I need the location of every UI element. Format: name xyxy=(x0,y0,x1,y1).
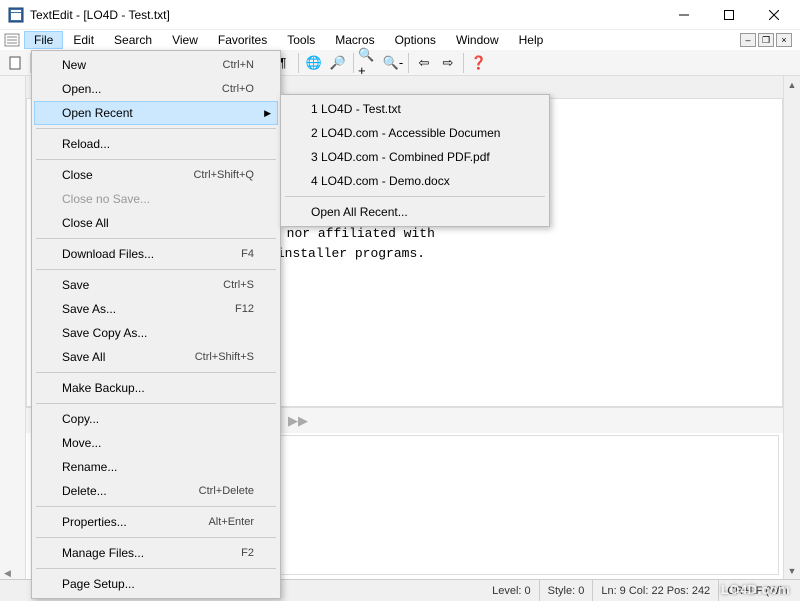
vertical-scrollbar[interactable]: ▲ ▼ xyxy=(783,76,800,579)
menu-save[interactable]: SaveCtrl+S xyxy=(34,273,278,297)
recent-item-3[interactable]: 3 LO4D.com - Combined PDF.pdf xyxy=(283,145,547,169)
menu-open-recent[interactable]: Open Recent▶ xyxy=(34,101,278,125)
menu-reload[interactable]: Reload... xyxy=(34,132,278,156)
scroll-left-icon[interactable]: ◀ xyxy=(4,568,11,579)
web-icon[interactable]: 🌐 xyxy=(303,52,325,74)
menu-delete[interactable]: Delete...Ctrl+Delete xyxy=(34,479,278,503)
menu-save-as[interactable]: Save As...F12 xyxy=(34,297,278,321)
menu-view[interactable]: View xyxy=(162,31,208,49)
menu-options[interactable]: Options xyxy=(385,31,446,49)
file-menu-dropdown: NewCtrl+N Open...Ctrl+O Open Recent▶ Rel… xyxy=(31,50,281,599)
mdi-controls: ‒ ❐ × xyxy=(740,33,796,47)
menu-page-setup[interactable]: Page Setup... xyxy=(34,572,278,596)
open-all-recent[interactable]: Open All Recent... xyxy=(283,200,547,224)
left-gutter: ◀ xyxy=(0,76,26,579)
menu-close[interactable]: CloseCtrl+Shift+Q xyxy=(34,163,278,187)
status-level: Level: 0 xyxy=(484,580,540,601)
preview-icon[interactable]: 🔎 xyxy=(327,52,349,74)
menu-save-copy[interactable]: Save Copy As... xyxy=(34,321,278,345)
status-position: Ln: 9 Col: 22 Pos: 242 xyxy=(593,580,719,601)
menu-search[interactable]: Search xyxy=(104,31,162,49)
menu-tools[interactable]: Tools xyxy=(277,31,325,49)
menu-close-no-save: Close no Save... xyxy=(34,187,278,211)
scroll-down-icon[interactable]: ▼ xyxy=(784,562,800,579)
window-controls xyxy=(661,1,796,29)
menubar-icon xyxy=(4,32,20,48)
mdi-minimize[interactable]: ‒ xyxy=(740,33,756,47)
window-title: TextEdit - [LO4D - Test.txt] xyxy=(30,8,661,22)
menu-properties[interactable]: Properties...Alt+Enter xyxy=(34,510,278,534)
prev-icon[interactable]: ⇦ xyxy=(413,52,435,74)
menu-move[interactable]: Move... xyxy=(34,431,278,455)
maximize-button[interactable] xyxy=(706,1,751,29)
next-icon[interactable]: ⇨ xyxy=(437,52,459,74)
minimize-button[interactable] xyxy=(661,1,706,29)
menu-close-all[interactable]: Close All xyxy=(34,211,278,235)
menu-file[interactable]: File xyxy=(24,31,63,49)
chevron-right-icon: ▶ xyxy=(264,108,271,119)
title-bar: TextEdit - [LO4D - Test.txt] xyxy=(0,0,800,30)
recent-item-1[interactable]: 1 LO4D - Test.txt xyxy=(283,97,547,121)
menu-copy[interactable]: Copy... xyxy=(34,407,278,431)
help-icon[interactable]: ❓ xyxy=(468,52,490,74)
zoom-out-icon[interactable]: 🔍- xyxy=(382,52,404,74)
menu-open[interactable]: Open...Ctrl+O xyxy=(34,77,278,101)
app-icon xyxy=(8,7,24,23)
watermark: LO4D.com xyxy=(721,582,790,597)
status-style: Style: 0 xyxy=(540,580,594,601)
menu-new[interactable]: NewCtrl+N xyxy=(34,53,278,77)
recent-item-2[interactable]: 2 LO4D.com - Accessible Documen xyxy=(283,121,547,145)
menu-manage-files[interactable]: Manage Files...F2 xyxy=(34,541,278,565)
menu-bar: File Edit Search View Favorites Tools Ma… xyxy=(0,30,800,50)
menu-window[interactable]: Window xyxy=(446,31,509,49)
recent-item-4[interactable]: 4 LO4D.com - Demo.docx xyxy=(283,169,547,193)
menu-download[interactable]: Download Files...F4 xyxy=(34,242,278,266)
open-recent-submenu: 1 LO4D - Test.txt 2 LO4D.com - Accessibl… xyxy=(280,94,550,227)
menu-favorites[interactable]: Favorites xyxy=(208,31,277,49)
zoom-in-icon[interactable]: 🔍+ xyxy=(358,52,380,74)
scroll-up-icon[interactable]: ▲ xyxy=(784,76,800,93)
new-file-icon[interactable] xyxy=(4,52,26,74)
menu-rename[interactable]: Rename... xyxy=(34,455,278,479)
mdi-restore[interactable]: ❐ xyxy=(758,33,774,47)
ff-icon[interactable]: ▶▶ xyxy=(287,410,309,432)
menu-backup[interactable]: Make Backup... xyxy=(34,376,278,400)
menu-edit[interactable]: Edit xyxy=(63,31,104,49)
menu-help[interactable]: Help xyxy=(509,31,554,49)
close-button[interactable] xyxy=(751,1,796,29)
mdi-close[interactable]: × xyxy=(776,33,792,47)
menu-save-all[interactable]: Save AllCtrl+Shift+S xyxy=(34,345,278,369)
